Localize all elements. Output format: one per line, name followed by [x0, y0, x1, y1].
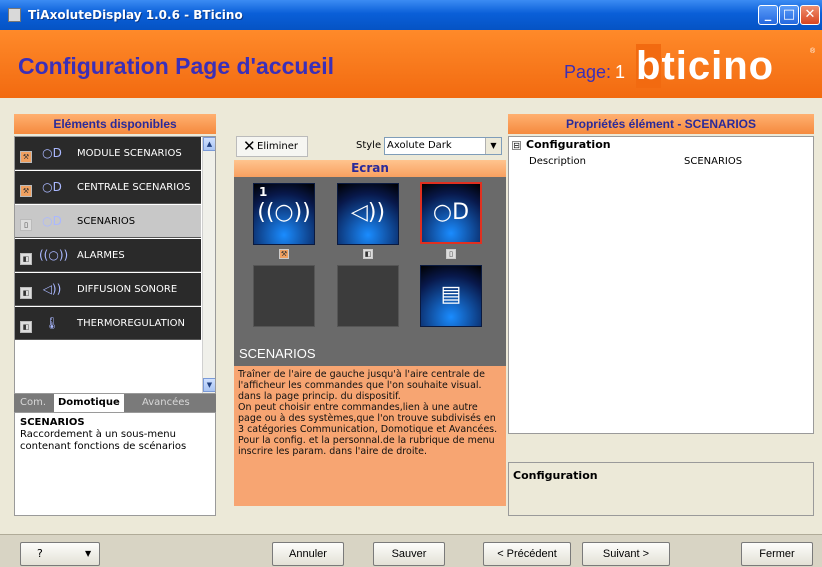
- close-button[interactable]: Fermer: [741, 542, 813, 566]
- list-item[interactable]: ⚒ ○D MODULE SCENARIOS: [15, 137, 201, 170]
- page-label: Page:: [564, 62, 612, 82]
- property-group-configuration[interactable]: ⊟ Configuration: [512, 138, 611, 151]
- scenario-icon: ○D: [432, 200, 470, 225]
- list-item-label: ALARMES: [77, 250, 125, 261]
- scroll-down-button[interactable]: ▼: [203, 378, 215, 392]
- domotique-category-icon: ◧: [20, 321, 32, 333]
- bottom-button-bar: ? ▼ Annuler Sauver < Précédent Suivant >…: [0, 534, 822, 567]
- list-item-label: THERMOREGULATION: [77, 318, 186, 329]
- page-badge-icon: ▯: [446, 249, 456, 259]
- list-item-label: DIFFUSION SONORE: [77, 284, 178, 295]
- minimize-icon: _: [764, 7, 772, 22]
- property-key: Description: [529, 156, 586, 167]
- available-elements-list: ⚒ ○D MODULE SCENARIOS ⚒ ○D CENTRALE SCEN…: [14, 136, 216, 394]
- save-button[interactable]: Sauver: [373, 542, 445, 566]
- selected-element-name: SCENARIOS: [239, 346, 316, 361]
- delete-button[interactable]: ✕ Eliminer: [236, 136, 308, 157]
- property-description: Configuration: [508, 462, 814, 516]
- style-select[interactable]: Axolute Dark ▼: [384, 137, 502, 155]
- style-label: Style: [356, 140, 382, 151]
- scenario-icon: ○D: [42, 146, 62, 160]
- tool-category-icon: ⚒: [20, 151, 32, 163]
- page-header: Configuration Page d'accueil Page: 1 bti…: [0, 30, 822, 98]
- screen-heading: Ecran: [234, 160, 506, 177]
- screen-toolbar: ✕ Eliminer Style Axolute Dark ▼: [234, 136, 506, 158]
- element-properties-heading: Propriétés élément - SCENARIOS: [508, 114, 814, 134]
- screen-tile-empty[interactable]: [337, 265, 399, 327]
- tab-domotique[interactable]: Domotique: [54, 394, 124, 412]
- property-value[interactable]: SCENARIOS: [684, 156, 742, 167]
- maximize-icon: □: [782, 7, 796, 22]
- tab-com[interactable]: Com.: [16, 394, 50, 412]
- list-item-label: CENTRALE SCENARIOS: [77, 182, 191, 193]
- cancel-button[interactable]: Annuler: [272, 542, 344, 566]
- app-icon: [8, 8, 21, 22]
- list-item[interactable]: ◧ 🌡 THERMOREGULATION: [15, 307, 201, 340]
- close-icon: ✕: [804, 7, 816, 22]
- help-dropdown[interactable]: ? ▼: [20, 542, 100, 566]
- description-title: SCENARIOS: [20, 417, 85, 428]
- list-item[interactable]: ◧ ◁)) DIFFUSION SONORE: [15, 273, 201, 306]
- screen-tile-scenario[interactable]: ○D: [420, 182, 482, 244]
- help-icon: ?: [37, 547, 43, 560]
- screen-tile-empty[interactable]: [253, 265, 315, 327]
- screen-tile-intercom[interactable]: 1 ((○)): [253, 183, 315, 245]
- scroll-up-button[interactable]: ▲: [203, 137, 215, 151]
- list-item[interactable]: ▯ ○D SCENARIOS: [15, 205, 201, 238]
- speaker-icon: ◁)): [350, 200, 386, 225]
- intercom-icon: ((○)): [257, 200, 311, 225]
- page-title: Configuration Page d'accueil: [18, 53, 335, 79]
- maximize-button[interactable]: □: [779, 5, 799, 25]
- next-button[interactable]: Suivant >: [582, 542, 670, 566]
- list-item[interactable]: ◧ ((○)) ALARMES: [15, 239, 201, 272]
- pages-icon: ▤: [440, 282, 462, 307]
- list-item-label: SCENARIOS: [77, 216, 136, 227]
- chevron-down-icon[interactable]: ▼: [485, 138, 501, 154]
- list-item-label: MODULE SCENARIOS: [77, 148, 182, 159]
- alarm-icon: ((○)): [39, 248, 69, 262]
- property-row[interactable]: Description SCENARIOS: [529, 154, 809, 170]
- screen-preview: Ecran 1 ((○)) ⚒ ◁)) ◧ ○D ▯ ▤ SCENARIOS: [234, 160, 506, 366]
- previous-button[interactable]: < Précédent: [483, 542, 571, 566]
- page-category-icon: ▯: [20, 219, 32, 231]
- thermometer-icon: 🌡: [44, 316, 60, 330]
- close-window-button[interactable]: ✕: [800, 5, 820, 25]
- scenario-icon: ○D: [42, 214, 62, 228]
- speaker-icon: ◁)): [42, 282, 62, 296]
- tool-category-icon: ⚒: [20, 185, 32, 197]
- title-bar: TiAxoluteDisplay 1.0.6 - BTicino _ □ ✕: [0, 0, 822, 30]
- minimize-button[interactable]: _: [758, 5, 778, 25]
- chevron-down-icon: ▼: [85, 549, 92, 558]
- style-value: Axolute Dark: [387, 140, 452, 151]
- delete-label: Eliminer: [257, 141, 298, 152]
- screen-tile-pages[interactable]: ▤: [420, 265, 482, 327]
- scenario-icon: ○D: [42, 180, 62, 194]
- bticino-logo: bticino ®: [636, 44, 817, 88]
- domotique-badge-icon: ◧: [363, 249, 373, 259]
- screen-tile-speaker[interactable]: ◁)): [337, 183, 399, 245]
- tool-badge-icon: ⚒: [279, 249, 289, 259]
- description-text: Raccordement à un sous-menu contenant fo…: [20, 429, 187, 452]
- list-item[interactable]: ⚒ ○D CENTRALE SCENARIOS: [15, 171, 201, 204]
- category-tabs: Com. Domotique Avancées: [14, 394, 216, 412]
- list-scrollbar[interactable]: ▲ ▼: [202, 137, 215, 393]
- collapse-icon[interactable]: ⊟: [512, 141, 521, 150]
- help-text: Traîner de l'aire de gauche jusqu'à l'ai…: [234, 366, 506, 506]
- properties-grid: ⊟ Configuration Description SCENARIOS: [508, 136, 814, 434]
- tab-avancees[interactable]: Avancées: [138, 394, 194, 412]
- available-elements-heading: Eléments disponibles: [14, 114, 216, 134]
- element-description: SCENARIOS Raccordement à un sous-menu co…: [14, 412, 216, 516]
- domotique-category-icon: ◧: [20, 253, 32, 265]
- delete-icon: ✕: [243, 137, 256, 155]
- page-number: 1: [615, 62, 626, 82]
- window-title: TiAxoluteDisplay 1.0.6 - BTicino: [28, 8, 243, 22]
- domotique-category-icon: ◧: [20, 287, 32, 299]
